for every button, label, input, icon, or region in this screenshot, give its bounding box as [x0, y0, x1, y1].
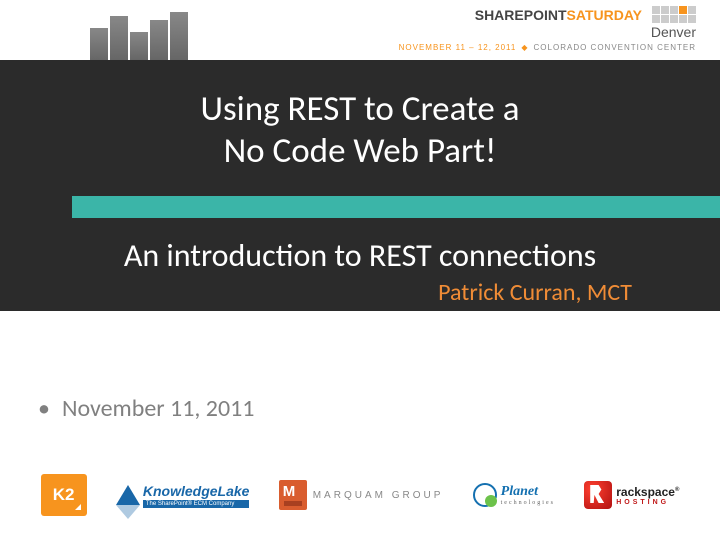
title-panel: Using REST to Create a No Code Web Part! — [0, 60, 720, 196]
event-name-part1: SHAREPOINT — [475, 7, 567, 23]
event-branding: SHAREPOINTSATURDAY Denver NOVEMBER 11 – … — [399, 0, 720, 60]
slide-author: Patrick Curran, MCT — [438, 278, 632, 307]
event-city: Denver — [399, 24, 696, 40]
event-header: SHAREPOINTSATURDAY Denver NOVEMBER 11 – … — [0, 0, 720, 60]
slide-date-row: • November 11, 2011 — [38, 394, 254, 423]
grid-icon — [652, 6, 696, 23]
planet-name: Planet — [501, 484, 538, 499]
slide-subtitle: An introduction to REST connections — [0, 236, 720, 275]
divider-bar — [0, 196, 720, 218]
event-name-part2: SATURDAY — [567, 7, 642, 23]
rackspace-sub: HOSTING — [616, 499, 679, 506]
sponsor-rackspace: rackspace® HOSTING — [584, 481, 679, 509]
skyline-graphic — [90, 10, 188, 60]
slide-title-line1: Using REST to Create a — [0, 88, 720, 130]
knowledgelake-icon — [116, 485, 140, 505]
planet-icon — [473, 483, 497, 507]
slide-title-line2: No Code Web Part! — [0, 130, 720, 172]
planet-sub: technologies — [501, 500, 555, 506]
sponsor-k2: K2 — [41, 474, 87, 516]
sponsor-marquam: MARQUAM GROUP — [279, 480, 444, 510]
slide-date: November 11, 2011 — [62, 394, 255, 423]
subtitle-panel: An introduction to REST connections Patr… — [0, 218, 720, 311]
event-date-venue: NOVEMBER 11 – 12, 2011◆COLORADO CONVENTI… — [399, 43, 696, 52]
marquam-icon — [279, 480, 307, 510]
knowledgelake-tagline: The SharePoint® ECM Company — [143, 500, 250, 508]
rackspace-name: rackspace — [616, 485, 675, 499]
sponsor-row: K2 KnowledgeLake The SharePoint® ECM Com… — [0, 464, 720, 526]
marquam-name: MARQUAM GROUP — [313, 490, 444, 501]
rackspace-icon — [584, 481, 612, 509]
k2-logo: K2 — [41, 474, 87, 516]
bullet-icon: • — [38, 394, 50, 423]
sponsor-planet: Planet technologies — [473, 483, 555, 507]
knowledgelake-name: KnowledgeLake — [143, 483, 250, 499]
sponsor-knowledgelake: KnowledgeLake The SharePoint® ECM Compan… — [116, 483, 250, 508]
